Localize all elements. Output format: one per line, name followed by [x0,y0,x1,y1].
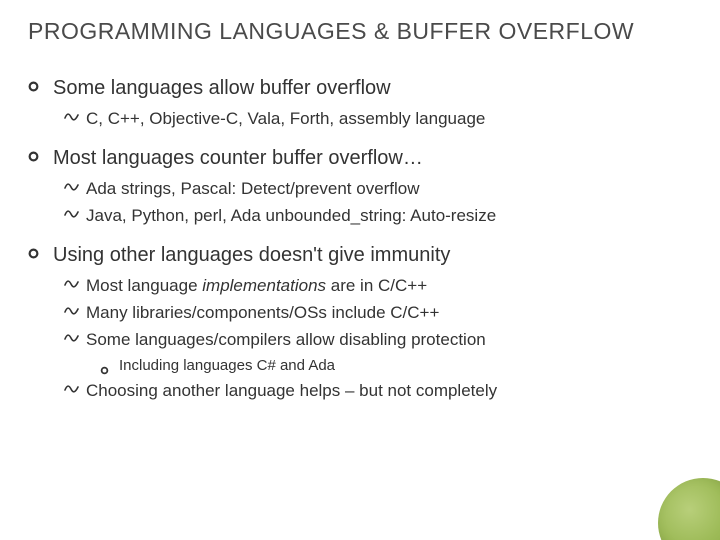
list-subitem-text: Java, Python, perl, Ada unbounded_string… [86,205,692,228]
slide-title: PROGRAMMING LANGUAGES & BUFFER OVERFLOW [28,18,692,45]
list-subitem: Some languages/compilers allow disabling… [64,329,692,352]
list-subitem-text: Some languages/compilers allow disabling… [86,329,692,352]
list-subitem: Most language implementations are in C/C… [64,275,692,298]
list-item-text: Most languages counter buffer overflow… [53,145,692,172]
list-item-text: Using other languages doesn't give immun… [53,242,692,269]
tilde-icon [64,329,86,351]
list-subitem: Java, Python, perl, Ada unbounded_string… [64,205,692,228]
list-subitem-text: Most language implementations are in C/C… [86,275,692,298]
list-subsubitem: Including languages C# and Ada [100,356,692,376]
list-subitem: Ada strings, Pascal: Detect/prevent over… [64,178,692,201]
tilde-icon [64,275,86,297]
bullet-icon [28,248,39,259]
list-item: Most languages counter buffer overflow… [28,145,692,172]
tilde-icon [64,178,86,200]
list-subitem-text: Choosing another language helps – but no… [86,380,692,403]
list-subitem-text: Ada strings, Pascal: Detect/prevent over… [86,178,692,201]
list-subitem-text: Many libraries/components/OSs include C/… [86,302,692,325]
slide-content: Some languages allow buffer overflow C, … [28,75,692,403]
list-subitem: C, C++, Objective-C, Vala, Forth, assemb… [64,108,692,131]
list-subitem-text: C, C++, Objective-C, Vala, Forth, assemb… [86,108,692,131]
decorative-sphere [658,478,720,540]
list-item-text: Some languages allow buffer overflow [53,75,692,102]
bullet-icon [100,361,109,370]
list-subsubitem-text: Including languages C# and Ada [119,356,692,376]
tilde-icon [64,205,86,227]
bullet-icon [28,151,39,162]
tilde-icon [64,108,86,130]
list-item: Using other languages doesn't give immun… [28,242,692,269]
tilde-icon [64,380,86,402]
slide: PROGRAMMING LANGUAGES & BUFFER OVERFLOW … [0,0,720,540]
tilde-icon [64,302,86,324]
bullet-icon [28,81,39,92]
list-subitem: Choosing another language helps – but no… [64,380,692,403]
list-item: Some languages allow buffer overflow [28,75,692,102]
list-subitem: Many libraries/components/OSs include C/… [64,302,692,325]
